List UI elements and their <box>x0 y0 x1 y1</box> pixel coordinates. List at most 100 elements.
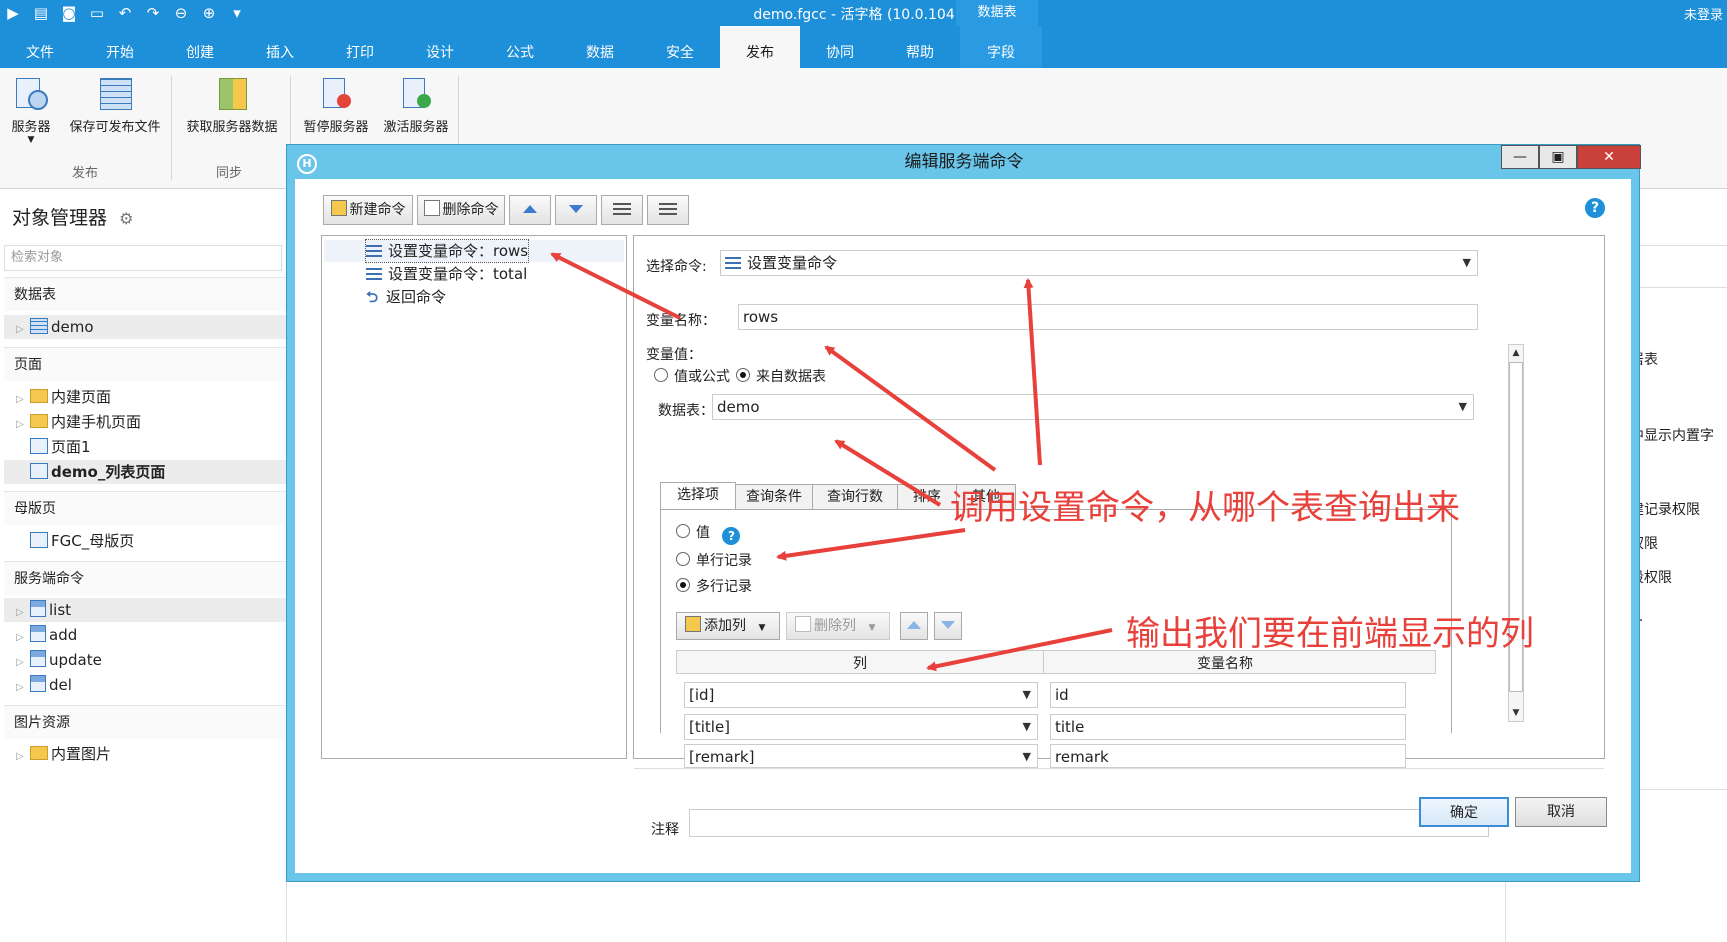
command-item-set-rows[interactable]: 设置变量命令：rows <box>364 239 530 263</box>
var-name-input[interactable]: rows <box>738 304 1478 330</box>
grid-var-name-input[interactable]: id <box>1050 682 1406 708</box>
expand-arrow-icon[interactable]: ▷ <box>16 626 30 650</box>
divider <box>1043 651 1044 673</box>
expand-arrow-icon[interactable]: ▷ <box>16 601 30 625</box>
section-images[interactable]: 图片资源 <box>4 705 286 739</box>
command-item-set-total[interactable]: 设置变量命令：total <box>366 263 527 285</box>
help-icon[interactable]: ? <box>722 527 741 545</box>
column-move-up-button[interactable] <box>900 612 928 640</box>
tab-help[interactable]: 帮助 <box>880 26 960 68</box>
minimize-button[interactable]: — <box>1501 145 1539 169</box>
ok-button[interactable]: 确定 <box>1419 797 1509 827</box>
expand-arrow-icon[interactable]: ▷ <box>16 745 30 769</box>
cancel-button[interactable]: 取消 <box>1515 797 1607 827</box>
section-pages[interactable]: 页面 <box>4 347 286 381</box>
grid-var-name-input[interactable]: title <box>1050 714 1406 740</box>
note-input[interactable] <box>689 809 1489 837</box>
grid-var-name-input[interactable]: remark <box>1050 744 1406 768</box>
section-master-pages[interactable]: 母版页 <box>4 491 286 525</box>
tab-create[interactable]: 创建 <box>160 26 240 68</box>
server-button[interactable]: 服务器 ▼ <box>6 76 56 145</box>
save-publish-file-button[interactable]: 保存可发布文件 <box>60 76 170 135</box>
server-command-icon <box>30 675 46 692</box>
expand-arrow-icon[interactable]: ▷ <box>16 318 30 342</box>
property-item[interactable]: 中显示内置字 <box>1630 425 1714 445</box>
tree-item-del[interactable]: ▷ del <box>4 673 286 697</box>
tab-file[interactable]: 文件 <box>0 26 80 68</box>
tab-home[interactable]: 开始 <box>80 26 160 68</box>
tree-item-builtin-mobile-pages[interactable]: ▷ 内建手机页面 <box>4 410 286 434</box>
tree-item-label: del <box>49 676 72 694</box>
grid-column-select[interactable]: [remark] ▼ <box>684 744 1038 768</box>
radio-from-table[interactable]: 来自数据表 <box>736 366 826 386</box>
tree-item-list[interactable]: ▷ list <box>4 598 286 622</box>
close-button[interactable]: ✕ <box>1577 145 1641 169</box>
tab-data[interactable]: 数据 <box>560 26 640 68</box>
command-item-return[interactable]: ⮌ 返回命令 <box>366 286 446 308</box>
login-status[interactable]: 未登录 <box>1684 4 1723 23</box>
expand-arrow-icon[interactable]: ▷ <box>16 651 30 675</box>
tab-select-items[interactable]: 选择项 <box>660 482 736 510</box>
tab-print[interactable]: 打印 <box>320 26 400 68</box>
command-list: 设置变量命令：rows 设置变量命令：total ⮌ 返回命令 <box>321 235 627 759</box>
divider <box>634 768 1604 769</box>
page-icon <box>30 438 48 454</box>
scroll-up-icon[interactable]: ▲ <box>1509 345 1523 361</box>
tree-item-page1[interactable]: 页面1 <box>4 435 286 459</box>
move-up-button[interactable] <box>509 195 551 225</box>
tab-insert[interactable]: 插入 <box>240 26 320 68</box>
section-server-commands[interactable]: 服务端命令 <box>4 561 286 595</box>
server-command-icon <box>30 600 46 617</box>
get-server-data-button[interactable]: 获取服务器数据 <box>178 76 286 135</box>
tree-item-demo-list-page[interactable]: demo_列表页面 <box>4 460 286 484</box>
move-down-button[interactable] <box>555 195 597 225</box>
add-column-button[interactable]: 添加列 ▼ <box>676 612 780 640</box>
pause-server-button[interactable]: 暂停服务器 <box>296 76 376 135</box>
tab-design[interactable]: 设计 <box>400 26 480 68</box>
expand-arrow-icon[interactable]: ▷ <box>16 388 30 412</box>
tab-formula[interactable]: 公式 <box>480 26 560 68</box>
tab-security[interactable]: 安全 <box>640 26 720 68</box>
expand-arrow-icon[interactable]: ▷ <box>16 676 30 700</box>
scroll-down-icon[interactable]: ▼ <box>1509 705 1523 721</box>
select-command-dropdown[interactable]: 设置变量命令 ▼ <box>720 250 1478 276</box>
grid-column-select[interactable]: [id] ▼ <box>684 682 1038 708</box>
tab-collaborate[interactable]: 协同 <box>800 26 880 68</box>
expand-arrow-icon[interactable]: ▷ <box>16 413 30 437</box>
tree-item-demo[interactable]: ▷ demo <box>4 315 286 339</box>
tree-item-update[interactable]: ▷ update <box>4 648 286 672</box>
new-command-button[interactable]: 新建命令 <box>323 195 413 225</box>
master-page-icon <box>30 532 48 548</box>
tree-item-add[interactable]: ▷ add <box>4 623 286 647</box>
delete-command-button[interactable]: 删除命令 <box>417 195 505 225</box>
radio-single-row[interactable]: 单行记录 <box>676 550 752 570</box>
tab-query-conditions[interactable]: 查询条件 <box>735 484 813 510</box>
property-item[interactable]: 建记录权限 <box>1630 499 1700 519</box>
radio-result-value[interactable]: 值 ? <box>676 522 741 545</box>
tab-sort[interactable]: 排序 <box>897 484 957 510</box>
tree-item-builtin-images[interactable]: ▷ 内置图片 <box>4 742 286 766</box>
server-command-icon <box>30 625 46 642</box>
delete-column-button[interactable]: 删除列 ▼ <box>786 612 890 640</box>
outdent-button[interactable] <box>647 195 689 225</box>
help-icon[interactable]: ? <box>1585 198 1605 218</box>
radio-formula[interactable]: 值或公式 <box>654 366 730 386</box>
tab-query-rows[interactable]: 查询行数 <box>812 484 898 510</box>
maximize-button[interactable]: ▣ <box>1539 145 1577 169</box>
radio-multi-row[interactable]: 多行记录 <box>676 576 752 596</box>
command-item-label: 返回命令 <box>386 288 447 306</box>
tree-item-fgc-master[interactable]: FGC_母版页 <box>4 529 286 553</box>
column-move-down-button[interactable] <box>934 612 962 640</box>
section-tables[interactable]: 数据表 <box>4 277 286 311</box>
tree-item-builtin-pages[interactable]: ▷ 内建页面 <box>4 385 286 409</box>
table-dropdown[interactable]: demo ▼ <box>712 394 1474 420</box>
object-search-input[interactable]: 检索对象 <box>4 245 282 271</box>
grid-column-select[interactable]: [title] ▼ <box>684 714 1038 740</box>
chevron-down-icon: ▼ <box>758 623 766 633</box>
tab-publish[interactable]: 发布 <box>720 26 800 68</box>
new-command-label: 新建命令 <box>349 202 406 218</box>
activate-server-button[interactable]: 激活服务器 <box>376 76 456 135</box>
gear-icon[interactable]: ⚙ <box>119 209 133 228</box>
indent-button[interactable] <box>601 195 643 225</box>
tab-field[interactable]: 字段 <box>960 26 1042 68</box>
